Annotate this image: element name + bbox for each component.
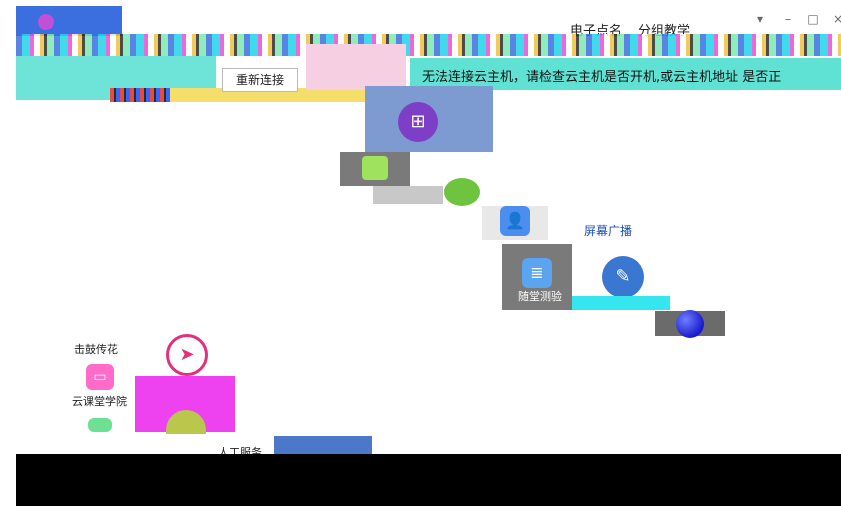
maximize-icon[interactable]: □ <box>804 10 822 28</box>
screen-broadcast-label[interactable]: 屏幕广播 <box>578 222 638 238</box>
quiz-label: 随堂测验 <box>518 290 562 303</box>
menu-chevron-icon[interactable]: ▾ <box>751 10 769 28</box>
decor-blue-strip <box>274 436 372 454</box>
decor-pink-block <box>306 44 406 90</box>
sidebar-item-drum-pass[interactable]: 击鼓传花 <box>74 341 130 357</box>
title-bar <box>16 6 841 32</box>
decor-bar <box>110 88 170 102</box>
close-icon[interactable]: × <box>829 10 841 28</box>
navigation-icon[interactable]: ➤ <box>166 334 208 376</box>
green-app-icon[interactable] <box>88 418 112 432</box>
connection-warning-text: 无法连接云主机，请检查云主机是否开机,或云主机地址 是否正 <box>422 70 782 85</box>
user-icon: 👤 <box>500 206 530 236</box>
bottom-black-bar <box>16 454 841 506</box>
minimize-icon[interactable]: – <box>779 10 797 28</box>
green-circle-icon[interactable] <box>444 178 480 206</box>
windows-icon[interactable]: ⊞ <box>398 102 438 142</box>
reconnect-button[interactable]: 重新连接 <box>222 68 298 92</box>
toolbar-stripe <box>16 34 841 56</box>
sidebar-item-cloud-academy[interactable]: 云课堂学院 <box>72 393 132 409</box>
brand-logo <box>16 6 122 36</box>
folder-icon <box>362 156 388 180</box>
laptop-icon[interactable]: ▭ <box>86 364 114 390</box>
pen-icon[interactable]: ✎ <box>602 256 644 298</box>
brand-icon <box>38 14 54 30</box>
document-icon: ≣ <box>522 258 552 288</box>
blue-ball-icon[interactable] <box>676 310 704 338</box>
decor-grey-strip <box>373 186 443 204</box>
decor-cyan-bar <box>572 296 670 310</box>
